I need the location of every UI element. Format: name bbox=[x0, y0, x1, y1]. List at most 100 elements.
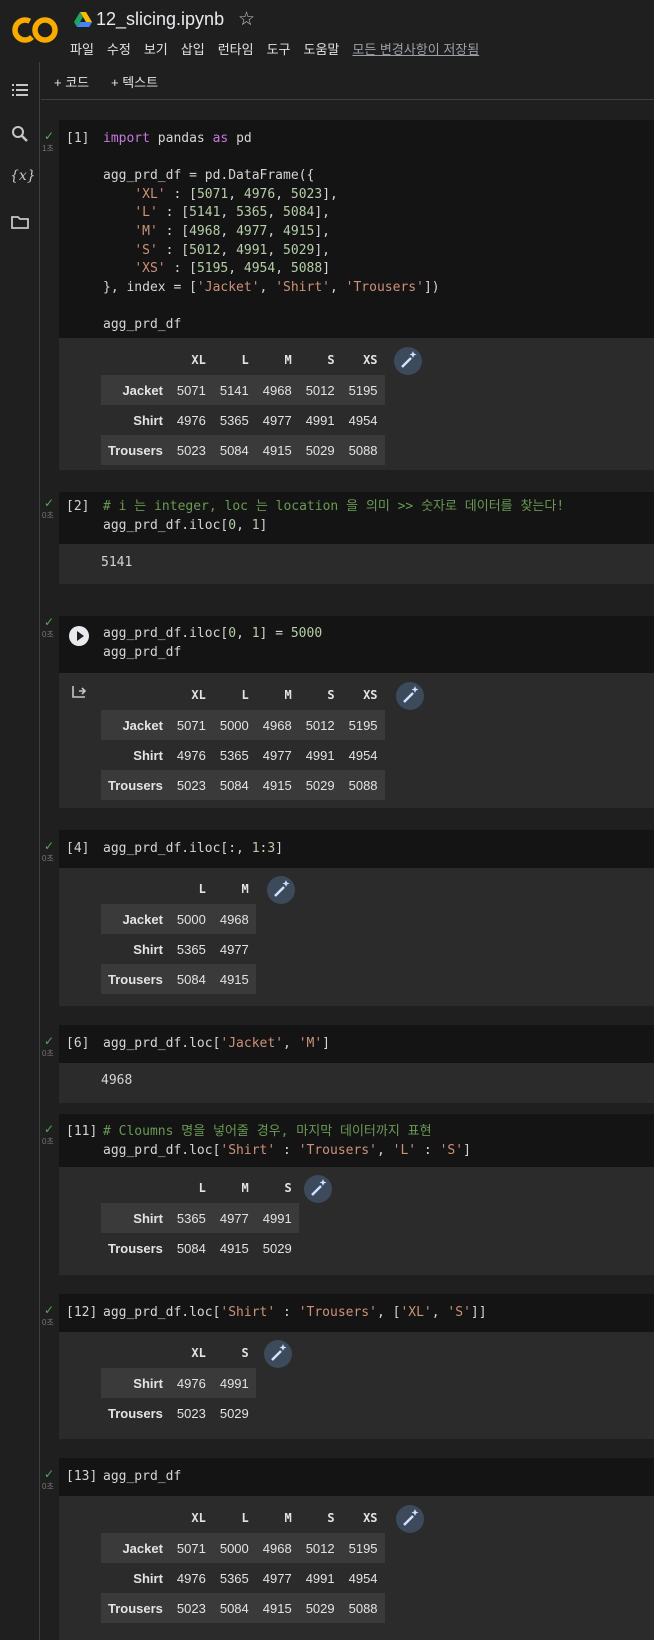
magic-wand-icon[interactable] bbox=[394, 347, 422, 375]
table-cell: 5000 bbox=[169, 904, 213, 934]
files-icon[interactable] bbox=[10, 212, 30, 232]
add-text-button[interactable]: + 텍스트 bbox=[111, 72, 158, 91]
table-cell: 4968 bbox=[255, 710, 299, 740]
app-header: 12_slicing.ipynb ☆ 파일 수정 보기 삽입 런타임 도구 도움… bbox=[0, 0, 654, 62]
column-header: S bbox=[241, 1346, 249, 1360]
code-text: agg_prd_df.loc['Shirt' : 'Trousers', ['X… bbox=[103, 1305, 487, 1320]
menu-runtime[interactable]: 런타임 bbox=[218, 39, 254, 58]
magic-wand-icon[interactable] bbox=[264, 1340, 292, 1368]
table-cell: 4968 bbox=[212, 904, 256, 934]
table-cell: 4976 bbox=[169, 405, 213, 435]
row-index: Shirt bbox=[101, 1563, 170, 1593]
dataframe-table: XL L M S XS Jacket 5071 5000 4968 5012 5195 Shirt 49… bbox=[101, 680, 385, 800]
variables-icon[interactable]: {x} bbox=[10, 168, 36, 188]
add-code-button[interactable]: + 코드 bbox=[54, 72, 89, 91]
save-status[interactable]: 모든 변경사항이 저장됨 bbox=[352, 39, 479, 58]
row-index: Trousers bbox=[101, 1593, 170, 1623]
code-input[interactable]: [6] agg_prd_df.loc['Jacket', 'M'] bbox=[59, 1025, 654, 1063]
notebook-toolbar: + 코드 + 텍스트 bbox=[41, 62, 654, 100]
column-header: XS bbox=[363, 1511, 378, 1525]
code-input[interactable]: [1] import pandas as pd agg_prd_df = pd.… bbox=[59, 120, 654, 338]
table-cell: 4968 bbox=[255, 1533, 299, 1563]
table-cell: 4915 bbox=[212, 1233, 256, 1263]
table-cell: 4991 bbox=[298, 740, 342, 770]
menu-edit[interactable]: 수정 bbox=[107, 39, 131, 58]
table-of-contents-icon[interactable] bbox=[10, 80, 30, 100]
success-check-icon: ✓ bbox=[44, 1122, 55, 1136]
menu-insert[interactable]: 삽입 bbox=[181, 39, 205, 58]
exec-count: [12] bbox=[66, 1305, 98, 1320]
drive-icon bbox=[74, 12, 92, 27]
table-cell: 4915 bbox=[212, 964, 256, 994]
dataframe-table: L M S Shirt 5365 4977 4991 Trousers 5084 4915 5029 bbox=[101, 1173, 299, 1263]
table-cell: 5195 bbox=[341, 1533, 385, 1563]
table-cell: 5029 bbox=[298, 435, 342, 465]
magic-wand-icon[interactable] bbox=[396, 1505, 424, 1533]
table-row: Shirt 4976 5365 4977 4991 4954 bbox=[101, 405, 385, 435]
column-header: L bbox=[241, 1511, 249, 1525]
magic-wand-icon[interactable] bbox=[396, 682, 424, 710]
table-cell: 5365 bbox=[169, 934, 213, 964]
code-text: agg_prd_df.loc['Jacket', 'M'] bbox=[103, 1036, 330, 1051]
column-header: M bbox=[284, 1511, 292, 1525]
code-input[interactable]: [11] # Cloumns 명을 넣어줄 경우, 마지막 데이터까지 표현 a… bbox=[59, 1114, 654, 1167]
code-input[interactable]: [12] agg_prd_df.loc['Shirt' : 'Trousers'… bbox=[59, 1294, 654, 1332]
menu-file[interactable]: 파일 bbox=[70, 39, 94, 58]
table-row: Trousers 5023 5084 4915 5029 5088 bbox=[101, 770, 385, 800]
table-cell: 5365 bbox=[212, 405, 256, 435]
table-cell: 5023 bbox=[169, 1398, 213, 1428]
code-input[interactable]: agg_prd_df.iloc[0, 1] = 5000 agg_prd_df bbox=[59, 616, 654, 673]
table-cell: 5084 bbox=[169, 1233, 213, 1263]
column-header bbox=[101, 680, 170, 710]
magic-wand-icon[interactable] bbox=[267, 876, 295, 904]
menu-help[interactable]: 도움말 bbox=[304, 39, 340, 58]
output-text: 4968 bbox=[101, 1073, 133, 1088]
table-cell: 4954 bbox=[341, 1563, 385, 1593]
table-cell: 4976 bbox=[169, 740, 213, 770]
table-row: Trousers 5023 5029 bbox=[101, 1398, 256, 1428]
code-input[interactable]: [4] agg_prd_df.iloc[:, 1:3] bbox=[59, 830, 654, 868]
column-header: XL bbox=[191, 353, 206, 367]
success-check-icon: ✓ bbox=[44, 496, 55, 510]
column-header: L bbox=[241, 688, 249, 702]
code-input[interactable]: [13] agg_prd_df bbox=[59, 1458, 654, 1496]
table-cell: 4977 bbox=[212, 934, 256, 964]
column-header: L bbox=[241, 353, 249, 367]
table-row: Jacket 5071 5000 4968 5012 5195 bbox=[101, 1533, 385, 1563]
table-row: Shirt 5365 4977 4991 bbox=[101, 1203, 299, 1233]
exec-time: 0초 bbox=[42, 511, 54, 520]
code-input[interactable]: [2] # i 는 integer, loc 는 location 을 의미 >… bbox=[59, 492, 654, 544]
menu-view[interactable]: 보기 bbox=[144, 39, 168, 58]
exec-count: [1] bbox=[66, 131, 90, 146]
code-text: # i 는 integer, loc 는 location 을 의미 >> 숫자… bbox=[103, 499, 565, 533]
column-header: S bbox=[327, 688, 335, 702]
table-cell: 4968 bbox=[255, 375, 299, 405]
table-cell: 5084 bbox=[212, 770, 256, 800]
column-header: L bbox=[198, 882, 206, 896]
column-header: M bbox=[241, 882, 249, 896]
row-index: Trousers bbox=[101, 1233, 170, 1263]
table-cell: 5071 bbox=[169, 1533, 213, 1563]
table-cell: 5084 bbox=[169, 964, 213, 994]
menu-tools[interactable]: 도구 bbox=[267, 39, 291, 58]
magic-wand-icon[interactable] bbox=[304, 1175, 332, 1203]
search-icon[interactable] bbox=[10, 124, 30, 144]
column-header bbox=[101, 1503, 170, 1533]
row-index: Shirt bbox=[101, 1203, 170, 1233]
star-icon[interactable]: ☆ bbox=[238, 8, 255, 31]
column-header bbox=[101, 1173, 170, 1203]
exec-count: [11] bbox=[66, 1124, 98, 1139]
table-cell: 5029 bbox=[255, 1233, 299, 1263]
run-cell-button[interactable] bbox=[69, 626, 89, 646]
row-index: Jacket bbox=[101, 710, 170, 740]
notebook-title[interactable]: 12_slicing.ipynb bbox=[96, 9, 224, 30]
column-header: XL bbox=[191, 1346, 206, 1360]
table-cell: 4976 bbox=[169, 1563, 213, 1593]
table-cell: 5012 bbox=[298, 1533, 342, 1563]
row-index: Shirt bbox=[101, 405, 170, 435]
row-index: Jacket bbox=[101, 375, 170, 405]
table-row: Trousers 5084 4915 bbox=[101, 964, 256, 994]
colab-logo[interactable] bbox=[12, 10, 58, 50]
table-cell: 4954 bbox=[341, 405, 385, 435]
output-actions-icon[interactable] bbox=[71, 685, 87, 699]
